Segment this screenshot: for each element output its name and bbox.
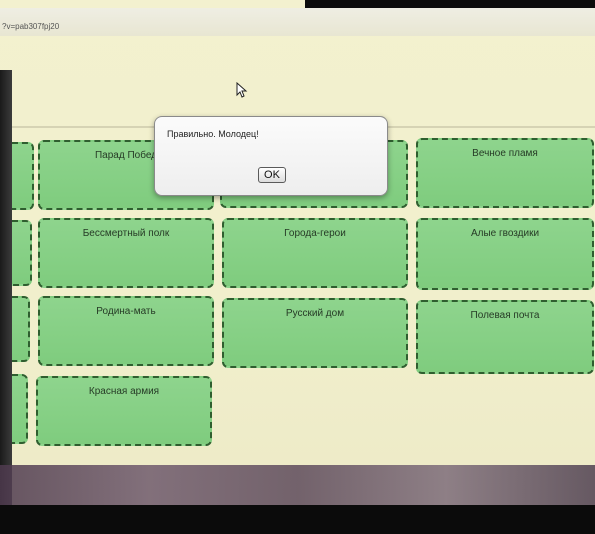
card-label: Парад Побед: [94, 150, 158, 161]
card-label: Красная армия: [88, 386, 160, 397]
card-label: Русский дом: [285, 308, 345, 319]
card-partial[interactable]: [12, 296, 30, 362]
card-partial[interactable]: [12, 142, 34, 210]
card-label: Вечное пламя: [472, 148, 538, 159]
dialog-message: Правильно. Молодец!: [167, 129, 259, 139]
monitor-bezel-bottom: [0, 505, 595, 534]
card-label: Алые гвоздики: [470, 228, 540, 239]
card-label: Родина-мать: [96, 306, 156, 317]
card-russkiy-dom[interactable]: Русский дом: [222, 298, 408, 368]
card-partial[interactable]: [12, 220, 32, 286]
card-label: Города-герои: [284, 228, 346, 239]
card-vechnoe-plamya[interactable]: Вечное пламя: [416, 138, 594, 208]
card-bessmertny-polk[interactable]: Бессмертный полк: [38, 218, 214, 288]
ok-button[interactable]: OK: [258, 167, 286, 183]
card-label: Полевая почта: [470, 310, 540, 321]
monitor-bezel-top: [305, 0, 595, 8]
card-polevaya-pochta[interactable]: Полевая почта: [416, 300, 594, 374]
screen: ?v=pab307fpj20 Парад Побед Вечное пламя …: [0, 0, 595, 534]
card-partial[interactable]: [12, 374, 28, 444]
taskbar-blur: [0, 465, 595, 505]
card-rodina-mat[interactable]: Родина-мать: [38, 296, 214, 366]
url-text: ?v=pab307fpj20: [2, 22, 60, 31]
address-bar[interactable]: ?v=pab307fpj20: [0, 8, 595, 36]
mouse-pointer-icon: [236, 82, 248, 98]
card-krasnaya-armiya[interactable]: Красная армия: [36, 376, 212, 446]
alert-dialog: Правильно. Молодец! OK: [154, 116, 388, 196]
card-goroda-geroi[interactable]: Города-герои: [222, 218, 408, 288]
card-alye-gvozdiki[interactable]: Алые гвоздики: [416, 218, 594, 290]
card-label: Бессмертный полк: [82, 228, 170, 239]
